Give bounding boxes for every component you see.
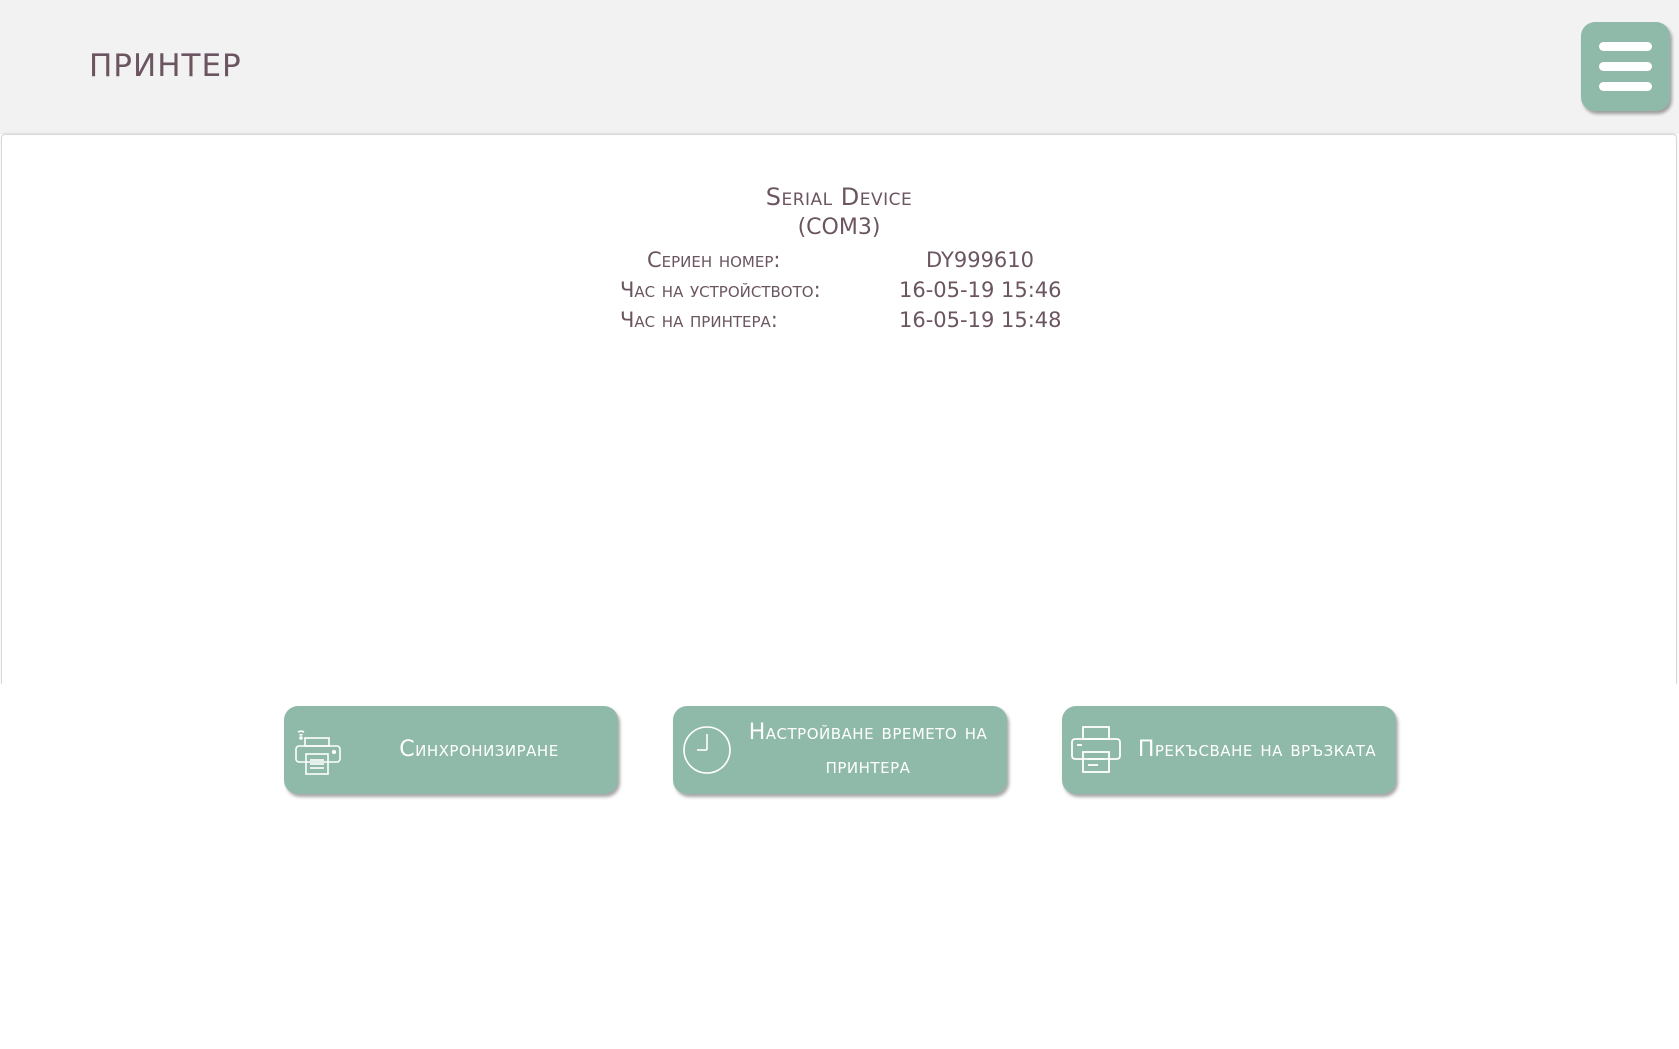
sync-button[interactable]: Синхронизиране [284,706,618,794]
clock-icon [681,724,733,776]
info-row-printer-time: Час на принтера: 16-05-19 15:48 [2,308,1676,336]
printer-time-value: 16-05-19 15:48 [899,308,1062,332]
device-name: Serial Device [765,183,913,211]
set-printer-time-label: Настройване времето на принтера [748,720,988,779]
menu-button[interactable] [1581,22,1670,111]
device-time-label: Час на устройството: [620,278,821,302]
set-printer-time-button[interactable]: Настройване времето на принтера [673,706,1007,794]
wireless-printer-icon [292,724,344,776]
printer-icon [1070,724,1122,776]
disconnect-button[interactable]: Прекъсване на връзката [1062,706,1396,794]
info-row-device-time: Час на устройството: 16-05-19 15:46 [2,278,1676,306]
serial-number-label: Сериен номер: [647,248,781,272]
page-title: ПРИНТЕР [89,48,242,84]
device-port: (COM3) [797,215,881,240]
sync-button-label: Синхронизиране [399,737,559,762]
printer-time-label: Час на принтера: [620,308,778,332]
info-row-serial: Сериен номер: DY999610 [2,248,1676,276]
serial-number-value: DY999610 [926,248,1035,272]
printer-info-panel: Serial Device (COM3) Сериен номер: DY999… [1,134,1677,684]
device-time-value: 16-05-19 15:46 [899,278,1062,302]
disconnect-button-label: Прекъсване на връзката [1137,737,1377,762]
app-header: ПРИНТЕР [0,0,1679,134]
